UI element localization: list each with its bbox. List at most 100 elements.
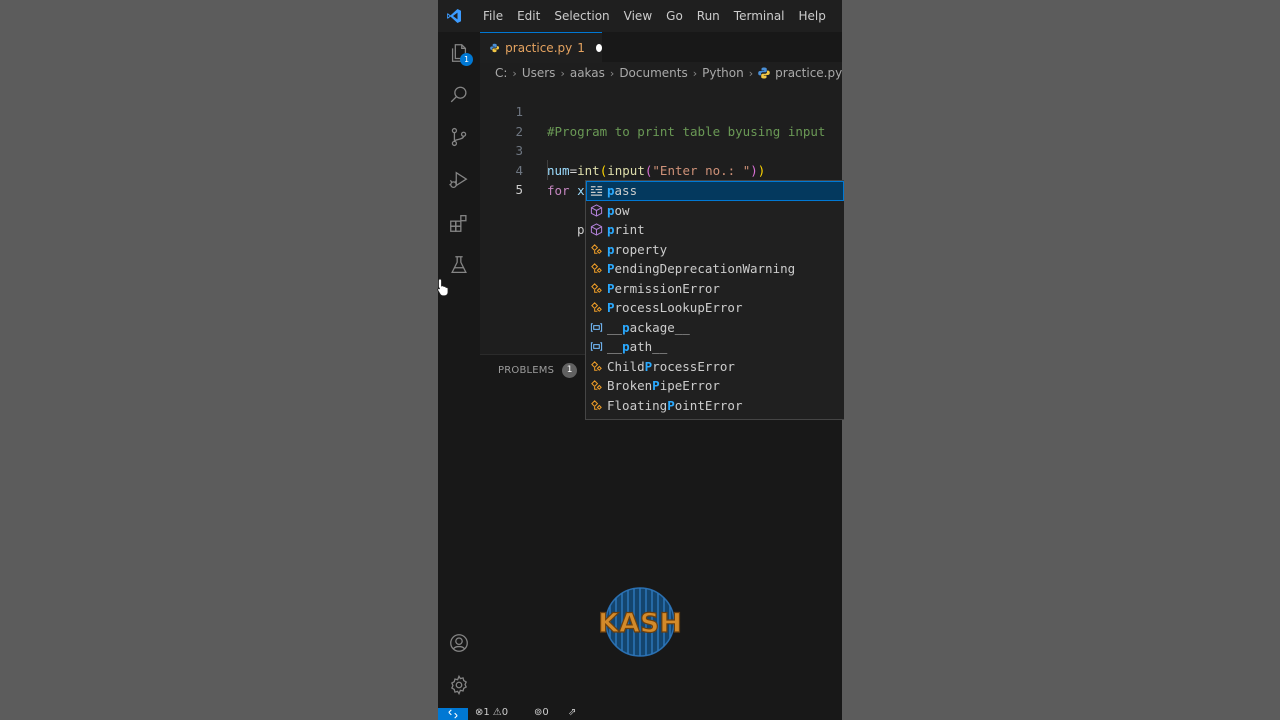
class-icon (589, 242, 603, 256)
menu-go[interactable]: Go (659, 0, 690, 32)
chevron-right-icon: › (748, 66, 754, 80)
extensions-button[interactable] (438, 202, 480, 244)
settings-button[interactable] (438, 664, 480, 706)
suggestion-label: pow (607, 202, 630, 218)
keyword-snippet-icon (589, 184, 603, 198)
breadcrumb-item[interactable]: C: (495, 66, 507, 80)
suggestion-label: PendingDeprecationWarning (607, 261, 796, 277)
code-token: for (547, 182, 570, 198)
breadcrumb-item[interactable]: practice.py (775, 66, 842, 80)
suggestion-label: print (607, 222, 645, 238)
suggestion-label: __path__ (607, 339, 668, 355)
search-button[interactable] (438, 74, 480, 116)
code-token: p (577, 222, 585, 237)
suggestion-item[interactable]: ProcessLookupError (586, 298, 844, 318)
status-bar: ⊗ 1 ⚠ 0 ⊚ 0 ⇗ (438, 707, 842, 720)
code-line: 1 #Program to print table byusing input (480, 82, 842, 139)
ports-count: 0 (542, 707, 549, 718)
menu-help[interactable]: Help (792, 0, 833, 32)
svg-text:KASH: KASH (598, 608, 682, 639)
suggestion-item[interactable]: ChildProcessError (586, 357, 844, 377)
suggestion-item[interactable]: PermissionError (586, 279, 844, 299)
source-control-icon (451, 127, 467, 147)
class-icon (589, 262, 603, 276)
menu-edit[interactable]: Edit (510, 0, 547, 32)
editor-tabs: practice.py 1 (480, 32, 842, 63)
class-icon (589, 398, 603, 412)
suggestion-item[interactable]: pass (586, 181, 844, 201)
warning-count: 0 (501, 707, 509, 718)
problems-badge: 1 (562, 363, 578, 378)
error-icon: ⊗ (475, 707, 484, 718)
suggestion-item[interactable]: __path__ (586, 337, 844, 357)
breadcrumb-item[interactable]: Python (702, 66, 744, 80)
breadcrumb: C: › Users › aakas › Documents › Python … (495, 64, 842, 82)
problems-label: PROBLEMS (498, 365, 555, 376)
breadcrumb-item[interactable]: Users (522, 66, 556, 80)
suggestion-label: pass (607, 183, 638, 199)
chevron-right-icon: › (560, 66, 565, 80)
menu-view[interactable]: View (617, 0, 659, 32)
remote-button[interactable] (438, 708, 468, 720)
class-icon (589, 379, 603, 393)
suggestion-label: property (607, 241, 668, 257)
function-icon (589, 203, 603, 217)
vscode-logo-icon (446, 8, 462, 24)
run-debug-button[interactable] (438, 159, 480, 201)
explorer-button[interactable]: 1 (438, 32, 480, 74)
source-control-button[interactable] (438, 116, 480, 158)
variable-icon (589, 340, 603, 354)
suggestion-label: ChildProcessError (607, 358, 735, 374)
function-icon (589, 223, 603, 237)
breadcrumb-item[interactable]: Documents (619, 66, 687, 80)
flask-icon (451, 256, 467, 273)
suggestion-item[interactable]: pow (586, 201, 844, 221)
activity-bar: 1 (438, 32, 480, 708)
code-line: 3 num=int(input("Enter no.: ")) (480, 121, 842, 178)
suggestion-item[interactable]: BrokenPipeError (586, 376, 844, 396)
menu-selection[interactable]: Selection (547, 0, 616, 32)
line-number: 5 (515, 182, 523, 197)
code-line: 2 (480, 102, 842, 139)
accounts-button[interactable] (438, 622, 480, 664)
run-icon: ⇗ (568, 707, 577, 718)
warning-icon: ⚠ (492, 707, 502, 718)
suggestion-label: ProcessLookupError (607, 300, 743, 316)
problems-status[interactable]: ⊗ 1 ⚠ 0 (475, 707, 508, 718)
suggestion-item[interactable]: FloatingPointError (586, 396, 844, 416)
menu-run[interactable]: Run (690, 0, 727, 32)
remote-icon (448, 709, 458, 719)
error-count: 1 (483, 707, 490, 718)
class-icon (589, 281, 603, 295)
launch-status[interactable]: ⇗ (568, 707, 576, 718)
menu-file[interactable]: File (476, 0, 510, 32)
python-file-icon (490, 43, 500, 53)
explorer-badge: 1 (460, 53, 473, 66)
title-bar: File Edit Selection View Go Run Terminal… (438, 0, 842, 32)
chevron-right-icon: › (692, 66, 698, 80)
suggestion-item[interactable]: __package__ (586, 318, 844, 338)
tab-problem-count: 1 (577, 41, 585, 55)
suggestion-widget: pass pow print property PendingDeprecati… (585, 180, 844, 420)
code-token: x (577, 182, 585, 198)
suggestion-item[interactable]: print (586, 220, 844, 240)
search-icon (450, 86, 467, 103)
suggestion-item[interactable]: PendingDeprecationWarning (586, 259, 844, 279)
extensions-icon (450, 215, 467, 232)
menu-terminal[interactable]: Terminal (727, 0, 792, 32)
code-line-active: 5 p (480, 160, 842, 239)
run-debug-icon (449, 171, 468, 188)
indent-guide (547, 160, 548, 180)
breadcrumb-item[interactable]: aakas (570, 66, 605, 80)
mouse-pointer-icon (437, 278, 449, 296)
tab-problems[interactable]: PROBLEMS 1 (498, 363, 578, 378)
unsaved-dot-icon[interactable] (595, 44, 602, 52)
gear-icon (451, 674, 467, 696)
ports-status[interactable]: ⊚ 0 (534, 707, 549, 718)
broadcast-icon: ⊚ (534, 707, 543, 718)
class-icon (589, 301, 603, 315)
suggestion-item[interactable]: property (586, 240, 844, 260)
tab-practice-py[interactable]: practice.py 1 (480, 32, 602, 63)
suggestion-label: FloatingPointError (607, 397, 743, 413)
account-icon (450, 634, 468, 652)
